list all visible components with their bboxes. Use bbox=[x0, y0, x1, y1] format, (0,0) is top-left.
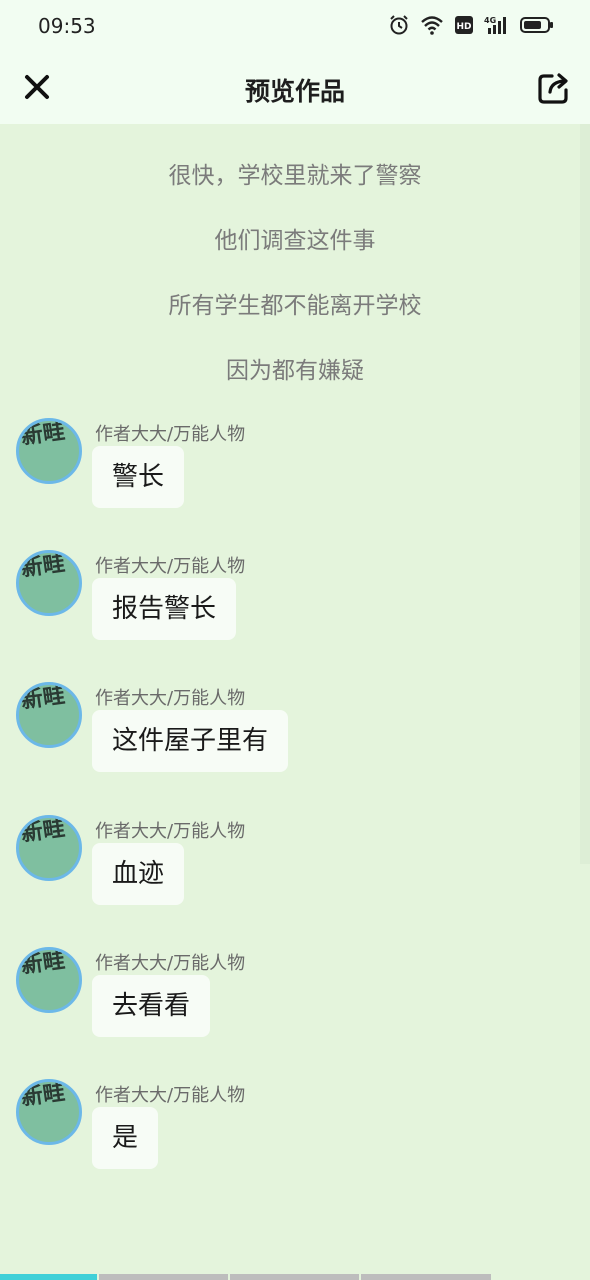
speaker-name: 作者大大/万能人物 bbox=[95, 953, 246, 974]
chat-message: 新畦 作者大大/万能人物 警长 bbox=[16, 418, 576, 528]
narration-line: 所有学生都不能离开学校 bbox=[168, 293, 422, 319]
share-button[interactable] bbox=[536, 70, 572, 106]
chat-message: 新畦 作者大大/万能人物 去看看 bbox=[16, 947, 576, 1057]
alarm-icon bbox=[390, 15, 408, 35]
progress-segment bbox=[230, 1274, 359, 1280]
avatar-text: 新畦 bbox=[19, 419, 67, 450]
avatar[interactable]: 新畦 bbox=[16, 550, 82, 616]
page-progress-indicator bbox=[0, 1274, 590, 1280]
hd-icon: HD bbox=[455, 16, 473, 34]
message-bubble: 报告警长 bbox=[92, 578, 237, 640]
preview-content: 很快，学校里就来了警察 他们调查这件事 所有学生都不能离开学校 因为都有嫌疑 新… bbox=[0, 124, 580, 1270]
battery-icon bbox=[520, 17, 553, 33]
svg-text:HD: HD bbox=[456, 22, 471, 32]
wifi-icon bbox=[421, 16, 443, 35]
message-bubble: 警长 bbox=[92, 446, 185, 508]
chat-message: 新畦 作者大大/万能人物 血迹 bbox=[16, 815, 576, 925]
speaker-name: 作者大大/万能人物 bbox=[95, 556, 246, 577]
avatar-text: 新畦 bbox=[19, 948, 67, 979]
app-header: 预览作品 bbox=[0, 52, 590, 124]
avatar[interactable]: 新畦 bbox=[16, 1079, 82, 1145]
avatar-text: 新畦 bbox=[19, 1080, 67, 1111]
status-time: 09:53 bbox=[38, 14, 96, 38]
avatar[interactable]: 新畦 bbox=[16, 947, 82, 1013]
avatar-text: 新畦 bbox=[19, 816, 67, 847]
progress-segment bbox=[361, 1274, 491, 1280]
speaker-name: 作者大大/万能人物 bbox=[95, 821, 246, 842]
avatar[interactable]: 新畦 bbox=[16, 815, 82, 881]
share-icon bbox=[538, 73, 568, 104]
page-title: 预览作品 bbox=[244, 77, 345, 106]
message-bubble: 这件屋子里有 bbox=[92, 710, 289, 772]
message-bubble: 是 bbox=[92, 1107, 159, 1169]
avatar-text: 新畦 bbox=[19, 683, 67, 714]
avatar-text: 新畦 bbox=[19, 551, 67, 582]
avatar[interactable]: 新畦 bbox=[16, 418, 82, 484]
speaker-name: 作者大大/万能人物 bbox=[95, 424, 246, 445]
speaker-name: 作者大大/万能人物 bbox=[95, 1085, 246, 1106]
chat-message: 新畦 作者大大/万能人物 是 bbox=[16, 1079, 576, 1189]
speaker-name: 作者大大/万能人物 bbox=[95, 688, 246, 709]
status-bar: 09:53 HD 4G bbox=[0, 0, 590, 52]
message-bubble: 血迹 bbox=[92, 843, 185, 905]
progress-segment bbox=[99, 1274, 228, 1280]
avatar[interactable]: 新畦 bbox=[16, 682, 82, 748]
narration-line: 他们调查这件事 bbox=[214, 228, 376, 254]
chat-message: 新畦 作者大大/万能人物 这件屋子里有 bbox=[16, 682, 576, 792]
signal-4g-icon: 4G bbox=[484, 16, 506, 34]
chat-message: 新畦 作者大大/万能人物 报告警长 bbox=[16, 550, 576, 660]
progress-segment-active bbox=[0, 1274, 97, 1280]
status-icons: HD 4G bbox=[388, 14, 554, 36]
narration-line: 很快，学校里就来了警察 bbox=[168, 163, 422, 189]
message-bubble: 去看看 bbox=[92, 975, 211, 1037]
svg-text:4G: 4G bbox=[484, 16, 496, 25]
narration-line: 因为都有嫌疑 bbox=[226, 358, 364, 384]
